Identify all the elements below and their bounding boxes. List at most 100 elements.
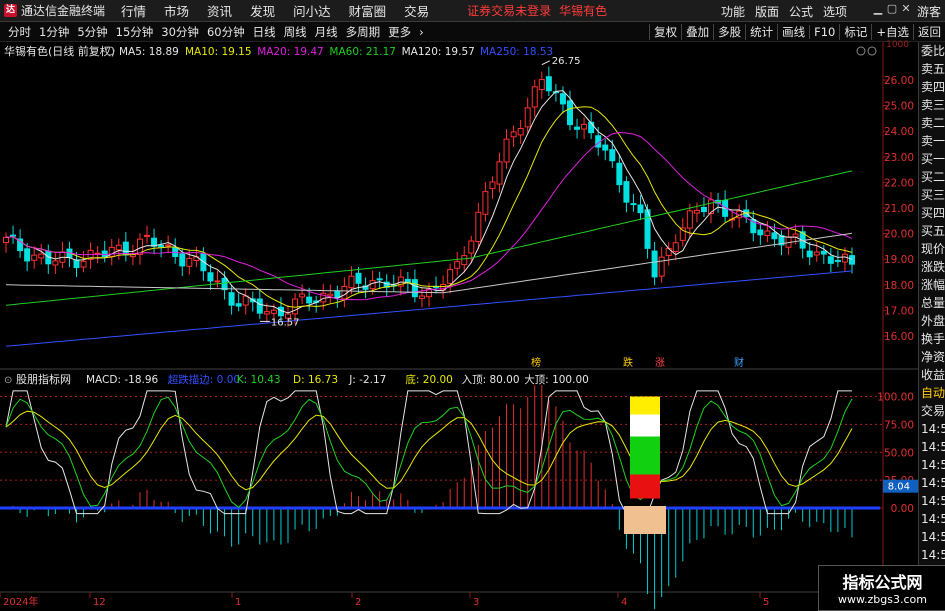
- candle-body[interactable]: [101, 250, 108, 257]
- candle-body[interactable]: [447, 269, 454, 284]
- candle-body[interactable]: [468, 240, 475, 254]
- candle-body[interactable]: [637, 204, 644, 214]
- candle-body[interactable]: [524, 107, 531, 128]
- candle-body[interactable]: [510, 131, 517, 138]
- candle-body[interactable]: [454, 261, 461, 269]
- candle-body[interactable]: [764, 230, 771, 236]
- side-panel-item[interactable]: 卖四: [919, 78, 945, 96]
- candle-body[interactable]: [602, 144, 609, 151]
- candle-body[interactable]: [299, 293, 306, 298]
- guest-label[interactable]: 游客: [917, 3, 941, 20]
- side-panel-item[interactable]: 14:56: [919, 438, 945, 456]
- candle-body[interactable]: [496, 161, 503, 185]
- candle-body[interactable]: [630, 203, 637, 206]
- candle-body[interactable]: [609, 149, 616, 162]
- candle-body[interactable]: [292, 298, 299, 315]
- side-panel-item[interactable]: 14:56: [919, 510, 945, 528]
- side-panel-item[interactable]: 卖一: [919, 132, 945, 150]
- candle-body[interactable]: [228, 292, 235, 306]
- candle-body[interactable]: [581, 123, 588, 130]
- candle-body[interactable]: [538, 79, 545, 91]
- candle-body[interactable]: [263, 311, 270, 315]
- candle-body[interactable]: [771, 232, 778, 240]
- candle-body[interactable]: [418, 295, 425, 299]
- candle-body[interactable]: [693, 210, 700, 214]
- side-panel-item[interactable]: 买五: [919, 222, 945, 240]
- candle-body[interactable]: [270, 309, 277, 314]
- side-panel-item[interactable]: 现价: [919, 240, 945, 258]
- candle-body[interactable]: [517, 127, 524, 136]
- candle-body[interactable]: [686, 210, 693, 229]
- candle-body[interactable]: [235, 303, 242, 307]
- side-panel-item[interactable]: 卖五: [919, 60, 945, 78]
- candle-body[interactable]: [24, 248, 31, 262]
- candle-body[interactable]: [665, 247, 672, 256]
- candle-body[interactable]: [559, 93, 566, 105]
- candle-body[interactable]: [849, 255, 855, 265]
- candle-body[interactable]: [207, 272, 214, 282]
- candle-body[interactable]: [179, 253, 186, 267]
- candle-body[interactable]: [38, 253, 45, 259]
- candle-body[interactable]: [806, 250, 813, 258]
- candle-body[interactable]: [588, 121, 595, 134]
- candle-body[interactable]: [348, 275, 355, 289]
- candle-body[interactable]: [574, 126, 581, 130]
- candle-body[interactable]: [475, 211, 482, 242]
- candle-body[interactable]: [834, 259, 841, 262]
- candle-body[interactable]: [827, 256, 834, 264]
- candle-body[interactable]: [376, 278, 383, 281]
- candle-body[interactable]: [80, 260, 87, 268]
- side-panel-item[interactable]: 总量: [919, 294, 945, 312]
- side-panel-item[interactable]: 买一: [919, 150, 945, 168]
- candle-body[interactable]: [214, 280, 221, 283]
- side-panel-item[interactable]: 14:56: [919, 456, 945, 474]
- side-panel-item[interactable]: 14:56: [919, 492, 945, 510]
- candle-body[interactable]: [186, 257, 193, 267]
- candle-body[interactable]: [369, 280, 376, 290]
- candle-body[interactable]: [52, 260, 59, 266]
- side-panel-item[interactable]: 买二: [919, 168, 945, 186]
- side-panel-item[interactable]: 涨幅: [919, 276, 945, 294]
- candle-body[interactable]: [820, 250, 827, 255]
- candle-body[interactable]: [144, 234, 150, 237]
- candle-body[interactable]: [242, 295, 249, 306]
- candle-body[interactable]: [411, 279, 418, 298]
- candle-body[interactable]: [461, 255, 468, 266]
- candle-body[interactable]: [327, 293, 334, 297]
- candle-body[interactable]: [73, 259, 80, 269]
- side-panel-item[interactable]: 交易: [919, 402, 945, 420]
- side-panel-item[interactable]: 14:55: [919, 420, 945, 438]
- side-panel-item[interactable]: 买三: [919, 186, 945, 204]
- candle-body[interactable]: [482, 191, 489, 215]
- candle-body[interactable]: [115, 244, 122, 251]
- candle-body[interactable]: [341, 285, 348, 300]
- side-panel-item[interactable]: 外盘: [919, 312, 945, 330]
- candle-body[interactable]: [651, 250, 658, 278]
- candle-body[interactable]: [545, 76, 552, 92]
- side-panel-item[interactable]: 换手: [919, 330, 945, 348]
- candle-body[interactable]: [3, 236, 9, 244]
- side-panel-item[interactable]: 净资: [919, 348, 945, 366]
- candle-body[interactable]: [31, 254, 38, 261]
- candle-body[interactable]: [658, 256, 665, 277]
- candle-body[interactable]: [757, 229, 764, 236]
- candle-body[interactable]: [503, 138, 510, 163]
- candle-body[interactable]: [623, 181, 630, 203]
- candle-body[interactable]: [10, 234, 17, 237]
- candle-body[interactable]: [221, 277, 228, 291]
- candle-body[interactable]: [306, 296, 313, 304]
- side-panel-item[interactable]: 收益: [919, 366, 945, 384]
- candle-body[interactable]: [355, 272, 362, 284]
- side-panel-item[interactable]: 14:56: [919, 546, 945, 564]
- candle-body[interactable]: [165, 244, 172, 247]
- candle-body[interactable]: [841, 253, 848, 263]
- side-panel-item[interactable]: 涨跌: [919, 258, 945, 276]
- side-panel-item[interactable]: 14:56: [919, 528, 945, 546]
- side-panel-item[interactable]: 自动: [919, 384, 945, 402]
- settings-circle-icon[interactable]: [856, 46, 866, 56]
- candle-body[interactable]: [122, 241, 129, 256]
- candle-body[interactable]: [567, 100, 573, 126]
- candle-body[interactable]: [158, 244, 165, 248]
- candle-body[interactable]: [792, 233, 799, 238]
- zoom-icon[interactable]: [867, 46, 877, 56]
